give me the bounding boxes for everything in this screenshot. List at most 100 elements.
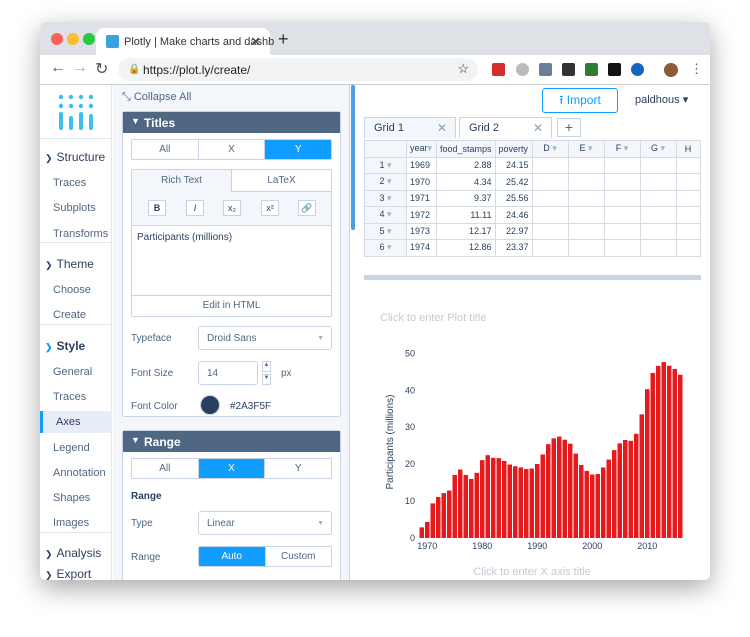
column-header[interactable]: F ▾ xyxy=(603,140,641,158)
table-cell[interactable] xyxy=(675,189,701,207)
bar[interactable] xyxy=(518,467,524,538)
bar[interactable] xyxy=(447,490,452,538)
profile-avatar[interactable] xyxy=(664,63,678,77)
grid-tab-2[interactable]: Grid 2 ✕ xyxy=(459,117,552,138)
table-cell[interactable] xyxy=(567,189,605,207)
range-y-option[interactable]: Y xyxy=(265,459,331,478)
bar[interactable] xyxy=(469,478,474,538)
table-cell[interactable]: 1970 xyxy=(406,173,437,191)
table-cell[interactable]: 23.37 xyxy=(494,239,533,257)
table-cell[interactable]: 1974 xyxy=(406,239,437,257)
bar[interactable] xyxy=(496,458,502,538)
table-cell[interactable]: 24.15 xyxy=(494,156,533,174)
table-cell[interactable] xyxy=(603,206,641,224)
bar[interactable] xyxy=(562,439,568,538)
table-cell[interactable]: 12.17 xyxy=(436,222,496,240)
table-cell[interactable] xyxy=(531,189,569,207)
table-cell[interactable]: 9.37 xyxy=(436,189,496,207)
table-cell[interactable]: 2.88 xyxy=(436,156,496,174)
range-custom-option[interactable]: Custom xyxy=(266,547,332,566)
nav-general[interactable]: General xyxy=(40,361,112,383)
bar[interactable] xyxy=(557,436,562,538)
bar[interactable] xyxy=(458,469,463,538)
bar[interactable] xyxy=(612,450,617,538)
table-cell[interactable] xyxy=(639,173,677,191)
close-window-button[interactable] xyxy=(51,33,63,45)
bar[interactable] xyxy=(590,474,595,538)
bar[interactable] xyxy=(474,472,480,538)
font-size-input[interactable]: 14 xyxy=(198,361,258,385)
table-cell[interactable]: 25.56 xyxy=(494,189,533,207)
close-tab-icon[interactable]: ✕ xyxy=(250,34,261,50)
bar[interactable] xyxy=(645,389,650,538)
bar[interactable] xyxy=(623,439,628,538)
table-cell[interactable]: 1969 xyxy=(406,156,437,174)
table-cell[interactable] xyxy=(567,222,605,240)
extension-icon[interactable] xyxy=(585,63,598,76)
y-axis-title[interactable]: Participants (millions) xyxy=(385,394,396,489)
column-header[interactable]: poverty xyxy=(494,140,533,158)
table-cell[interactable] xyxy=(603,156,641,174)
bar[interactable] xyxy=(485,455,491,538)
table-cell[interactable] xyxy=(603,189,641,207)
bar[interactable] xyxy=(507,464,513,538)
table-cell[interactable] xyxy=(639,189,677,207)
bar[interactable] xyxy=(480,460,485,538)
nav-analysis[interactable]: ❯ Analysis xyxy=(40,542,112,564)
edit-html-button[interactable]: Edit in HTML xyxy=(132,295,331,316)
add-grid-icon[interactable]: + xyxy=(557,118,581,137)
bar[interactable] xyxy=(436,496,441,538)
italic-icon[interactable]: I xyxy=(186,200,204,216)
plot-title-placeholder[interactable]: Click to enter Plot title xyxy=(380,312,486,324)
axis-type-dropdown[interactable]: Linear ▼ xyxy=(198,511,332,535)
nav-traces[interactable]: Traces xyxy=(40,172,112,194)
table-cell[interactable]: 12.86 xyxy=(436,239,496,257)
forward-icon[interactable]: → xyxy=(72,59,88,77)
nav-export[interactable]: ❯ Export xyxy=(40,563,112,580)
titles-y-option[interactable]: Y xyxy=(265,140,331,159)
bar[interactable] xyxy=(513,466,518,538)
import-button[interactable]: ⭱ Import xyxy=(542,88,618,113)
table-cell[interactable] xyxy=(531,239,569,257)
grid-tab-1[interactable]: Grid 1 ✕ xyxy=(364,117,456,138)
table-cell[interactable] xyxy=(675,206,701,224)
bookmark-star-icon[interactable]: ☆ xyxy=(457,61,469,77)
bold-icon[interactable]: B xyxy=(148,200,166,216)
table-cell[interactable] xyxy=(567,173,605,191)
bar[interactable] xyxy=(601,467,606,538)
x-axis-title-placeholder[interactable]: Click to enter X axis title xyxy=(473,566,590,578)
table-cell[interactable] xyxy=(603,239,641,257)
superscript-icon[interactable]: x² xyxy=(261,200,279,216)
title-text-area[interactable]: Participants (millions) xyxy=(132,226,331,296)
column-header[interactable]: year▾ xyxy=(406,140,437,158)
extension-icon[interactable] xyxy=(539,63,552,76)
nav-create[interactable]: Create xyxy=(40,304,112,326)
reload-icon[interactable]: ↻ xyxy=(95,59,108,79)
table-cell[interactable]: 1973 xyxy=(406,222,437,240)
nav-theme[interactable]: ❯ Theme xyxy=(40,253,112,275)
table-cell[interactable]: 24.46 xyxy=(494,206,533,224)
table-cell[interactable] xyxy=(531,173,569,191)
bar[interactable] xyxy=(529,468,535,538)
bar[interactable] xyxy=(650,372,656,538)
table-cell[interactable]: 25.42 xyxy=(494,173,533,191)
nav-axes[interactable]: Axes xyxy=(40,411,112,433)
range-x-option[interactable]: X xyxy=(198,459,266,478)
bar[interactable] xyxy=(672,369,678,538)
titles-all-option[interactable]: All xyxy=(132,140,199,159)
table-cell[interactable]: 1971 xyxy=(406,189,437,207)
bar[interactable] xyxy=(661,362,667,538)
nav-subplots[interactable]: Subplots xyxy=(40,197,112,219)
table-cell[interactable] xyxy=(639,206,677,224)
bar[interactable] xyxy=(617,443,623,538)
bar[interactable] xyxy=(628,440,634,538)
bar[interactable] xyxy=(546,444,551,538)
minimize-window-button[interactable] xyxy=(67,33,79,45)
extension-icon[interactable] xyxy=(492,63,505,76)
range-all-option[interactable]: All xyxy=(132,459,199,478)
close-icon[interactable]: ✕ xyxy=(437,121,447,135)
extension-icon[interactable] xyxy=(631,63,644,76)
link-icon[interactable]: 🔗 xyxy=(298,200,316,216)
bar[interactable] xyxy=(667,365,672,538)
table-cell[interactable] xyxy=(639,239,677,257)
